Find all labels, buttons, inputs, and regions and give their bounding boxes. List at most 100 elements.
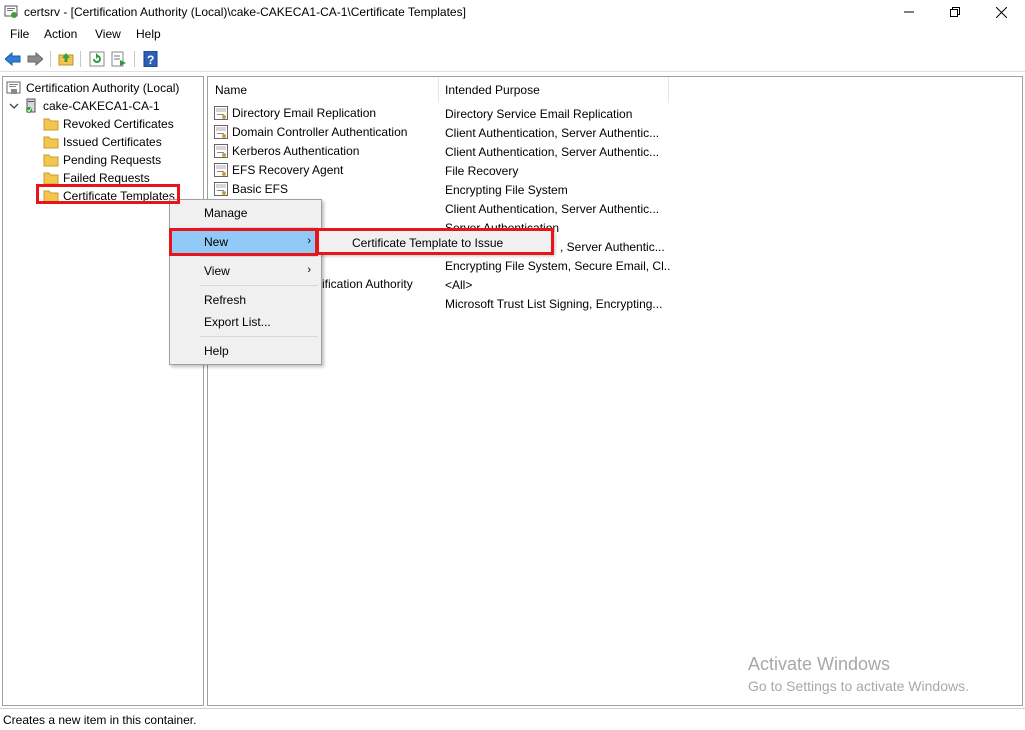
tree-item-issued-certificates[interactable]: Issued Certificates xyxy=(43,133,162,151)
up-level-button[interactable] xyxy=(57,50,75,68)
row-name: Basic EFS xyxy=(232,182,289,196)
forward-arrow-icon xyxy=(27,52,43,66)
minimize-button[interactable] xyxy=(886,0,932,24)
window-title: certsrv - [Certification Authority (Loca… xyxy=(24,5,466,19)
table-row[interactable]: Encrypting File System, Secure Email, Cl… xyxy=(208,256,1008,275)
menu-item-manage[interactable]: Manage xyxy=(172,202,319,224)
menu-item-label: Export List... xyxy=(204,315,271,329)
column-header-name[interactable]: Name xyxy=(209,77,439,103)
table-row[interactable]: er Client Authentication, Server Authent… xyxy=(208,199,1008,218)
menu-item-certificate-template-to-issue[interactable]: Certificate Template to Issue xyxy=(352,236,503,250)
tree-item-label: Revoked Certificates xyxy=(63,117,174,131)
certificate-template-icon xyxy=(214,125,228,139)
back-arrow-icon xyxy=(5,52,21,66)
tree-root-label: Certification Authority (Local) xyxy=(26,81,180,95)
forward-button[interactable] xyxy=(26,50,44,68)
help-button[interactable]: ? xyxy=(142,50,160,68)
back-button[interactable] xyxy=(4,50,22,68)
row-purpose: Client Authentication, Server Authentic.… xyxy=(445,145,660,159)
row-purpose: Encrypting File System, Secure Email, Cl… xyxy=(445,259,670,273)
submenu-arrow-icon: › xyxy=(307,264,311,276)
row-name: Directory Email Replication xyxy=(232,106,377,120)
table-row[interactable]: Kerberos Authentication Client Authentic… xyxy=(208,142,1008,161)
tree-item-label: Issued Certificates xyxy=(63,135,162,149)
up-folder-icon xyxy=(58,53,74,66)
table-row[interactable]: EFS Recovery Agent File Recovery xyxy=(208,161,1008,180)
table-row[interactable]: ification Authority <All> xyxy=(208,275,1008,294)
row-name: ification Authority xyxy=(322,277,413,291)
folder-icon xyxy=(43,136,59,149)
certificate-authority-icon xyxy=(6,81,21,94)
menu-separator xyxy=(200,256,318,257)
menu-item-help[interactable]: Help xyxy=(172,340,319,362)
row-purpose: Directory Service Email Replication xyxy=(445,107,633,121)
menu-separator xyxy=(200,285,318,286)
help-icon: ? xyxy=(143,51,158,67)
row-purpose: Encrypting File System xyxy=(445,183,568,197)
tree-item-label: Certificate Templates xyxy=(63,189,175,203)
certificate-template-icon xyxy=(214,163,228,177)
menu-separator xyxy=(200,227,318,228)
toolbar: ? xyxy=(0,46,1025,72)
row-purpose: , Server Authentic... xyxy=(560,240,665,254)
menu-view[interactable]: View xyxy=(95,27,121,41)
chevron-down-icon[interactable] xyxy=(9,101,19,111)
toolbar-separator xyxy=(80,51,81,67)
row-name: Kerberos Authentication xyxy=(232,144,360,158)
refresh-button[interactable] xyxy=(88,50,106,68)
tree-ca-node[interactable]: cake-CAKECA1-CA-1 xyxy=(9,97,160,115)
menu-item-label: Help xyxy=(204,344,229,358)
table-row[interactable]: Basic EFS Encrypting File System xyxy=(208,180,1008,199)
row-purpose: Microsoft Trust List Signing, Encrypting… xyxy=(445,297,663,311)
menu-help[interactable]: Help xyxy=(136,27,161,41)
certificate-template-icon xyxy=(214,106,228,120)
menu-item-refresh[interactable]: Refresh xyxy=(172,289,319,311)
row-purpose: Client Authentication, Server Authentic.… xyxy=(445,126,660,140)
export-list-button[interactable] xyxy=(110,50,128,68)
menu-bar: File Action View Help xyxy=(0,24,1025,44)
table-row[interactable]: Directory Email Replication Directory Se… xyxy=(208,104,1008,123)
row-name: EFS Recovery Agent xyxy=(232,163,344,177)
console-tree: Certification Authority (Local) cake-CAK… xyxy=(2,76,204,706)
menu-file[interactable]: File xyxy=(10,27,29,41)
menu-item-label: Manage xyxy=(204,206,248,220)
toolbar-separator xyxy=(134,51,135,67)
tree-ca-label: cake-CAKECA1-CA-1 xyxy=(43,99,160,113)
certificate-template-icon xyxy=(214,144,228,158)
menu-separator xyxy=(200,336,318,337)
tree-root[interactable]: Certification Authority (Local) xyxy=(6,79,179,97)
folder-icon xyxy=(43,172,59,185)
tree-item-revoked-certificates[interactable]: Revoked Certificates xyxy=(43,115,174,133)
refresh-icon xyxy=(89,51,105,67)
column-header-intended-purpose[interactable]: Intended Purpose xyxy=(439,77,669,103)
row-purpose: File Recovery xyxy=(445,164,519,178)
menu-action[interactable]: Action xyxy=(44,27,77,41)
activate-windows-subtitle: Go to Settings to activate Windows. xyxy=(748,678,969,694)
ca-server-icon xyxy=(26,98,36,113)
close-button[interactable] xyxy=(978,0,1024,24)
submenu-arrow-icon: › xyxy=(307,235,311,247)
tree-item-failed-requests[interactable]: Failed Requests xyxy=(43,169,150,187)
maximize-button[interactable] xyxy=(932,0,978,24)
tree-item-pending-requests[interactable]: Pending Requests xyxy=(43,151,161,169)
tree-item-certificate-templates[interactable]: Certificate Templates xyxy=(43,187,175,205)
menu-item-label: View xyxy=(204,264,230,278)
row-name: Domain Controller Authentication xyxy=(232,125,408,139)
certificate-template-icon xyxy=(214,182,228,196)
menu-item-view[interactable]: View › xyxy=(172,260,319,282)
folder-icon xyxy=(43,154,59,167)
folder-icon xyxy=(43,118,59,131)
tree-item-label: Pending Requests xyxy=(63,153,162,167)
tree-item-label: Failed Requests xyxy=(63,171,150,185)
row-purpose: Client Authentication, Server Authentic.… xyxy=(445,202,660,216)
close-icon xyxy=(995,6,1007,18)
menu-item-label: Refresh xyxy=(204,293,247,307)
status-bar: Creates a new item in this container. xyxy=(0,708,1025,730)
menu-item-export-list[interactable]: Export List... xyxy=(172,311,319,333)
title-bar: certsrv - [Certification Authority (Loca… xyxy=(0,0,1025,24)
table-row[interactable]: Domain Controller Authentication Client … xyxy=(208,123,1008,142)
toolbar-separator xyxy=(50,51,51,67)
table-row[interactable]: Microsoft Trust List Signing, Encrypting… xyxy=(208,294,1008,313)
menu-item-new[interactable]: New › xyxy=(172,231,319,253)
export-list-icon xyxy=(111,51,126,67)
